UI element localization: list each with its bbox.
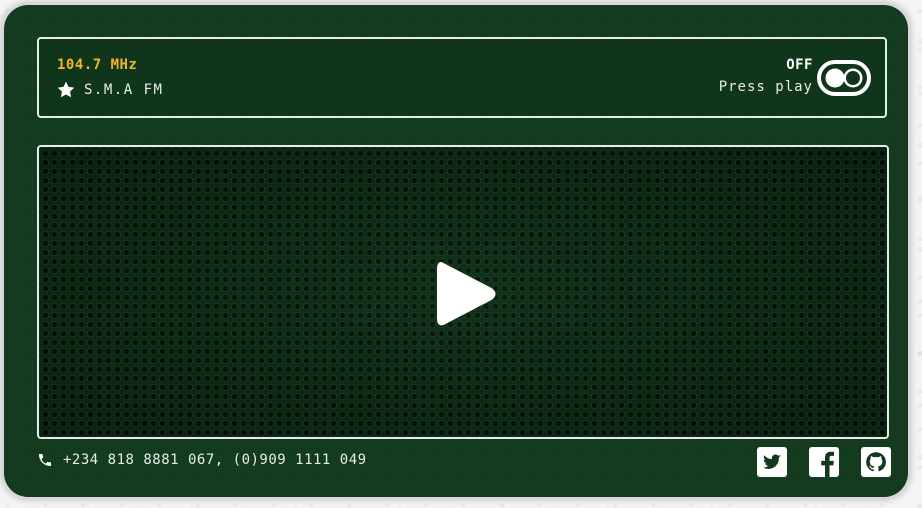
play-button[interactable] [435,259,497,329]
github-icon[interactable] [861,447,891,477]
power-toggle[interactable] [817,60,871,96]
social-links [757,447,891,477]
play-hint: Press play [718,79,813,95]
facebook-icon[interactable] [809,447,839,477]
phone-icon [39,454,51,466]
speaker-grille [37,145,889,439]
phone-numbers: +234 818 8881 067, (0)909 1111 049 [63,452,367,468]
twitter-icon[interactable] [757,447,787,477]
footer: +234 818 8881 067, (0)909 1111 049 [37,447,891,477]
star-icon [57,81,75,98]
station-name: S.M.A FM [84,81,164,98]
station-row: S.M.A FM [57,81,163,98]
frequency-readout: 104.7 MHz [57,57,138,73]
power-state-label: OFF [786,57,813,73]
power-status: OFF Press play [719,57,813,95]
radio-player: 104.7 MHz S.M.A FM OFF Press play +234 8… [4,5,908,497]
contact-info: +234 818 8881 067, (0)909 1111 049 [37,452,367,468]
display-panel: 104.7 MHz S.M.A FM OFF Press play [37,37,887,118]
